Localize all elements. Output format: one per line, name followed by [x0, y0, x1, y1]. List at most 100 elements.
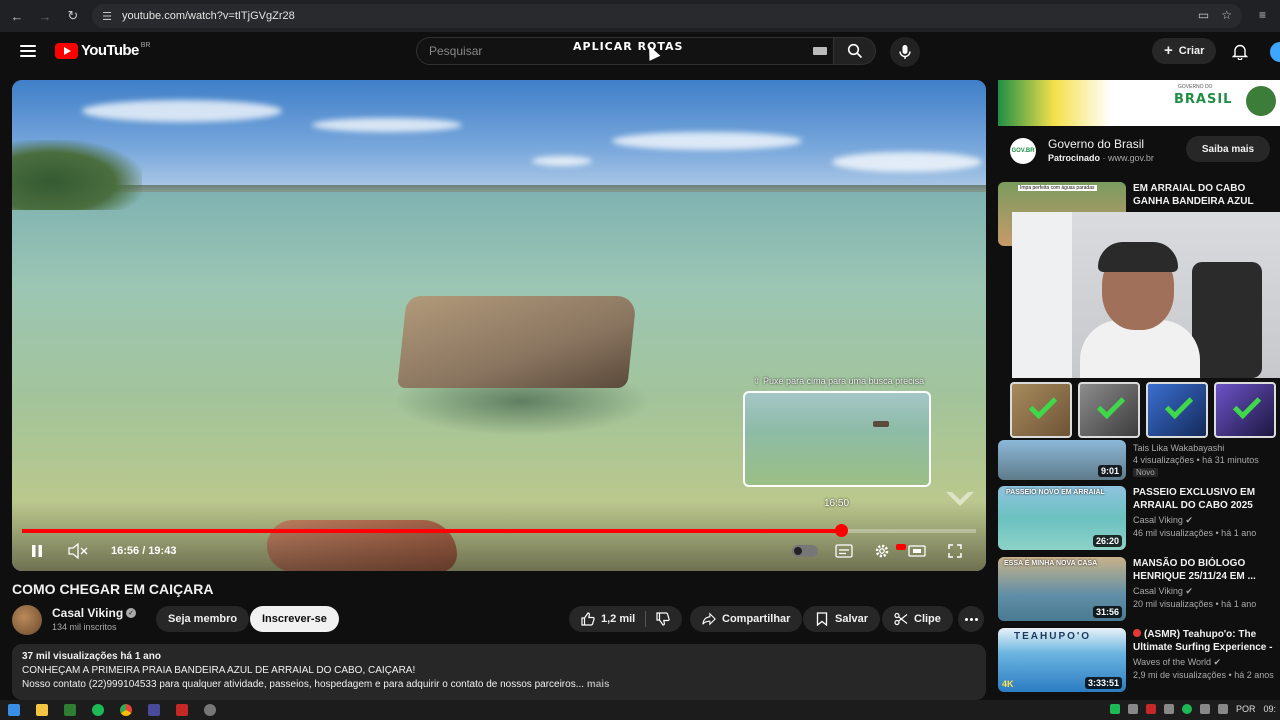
windows-start-icon[interactable] — [8, 704, 20, 716]
account-avatar[interactable] — [1270, 42, 1280, 62]
thumbs-up-icon[interactable] — [581, 612, 595, 626]
video-duration: 3:33:51 — [1084, 677, 1122, 689]
webcam-person-cap — [1098, 242, 1178, 272]
join-button[interactable]: Seja membro — [156, 606, 250, 632]
video-channel[interactable]: Casal Viking ✔ — [1133, 515, 1193, 526]
tray-icon[interactable] — [1145, 704, 1156, 714]
video-channel[interactable]: Waves of the World ✔ — [1133, 657, 1221, 668]
progress-scrubber-handle[interactable] — [834, 524, 848, 537]
video-frame-trees — [12, 140, 142, 210]
hd-badge — [896, 544, 906, 550]
notifications-button[interactable] — [1230, 41, 1250, 61]
create-button[interactable]: + Criar — [1152, 38, 1217, 64]
tray-icon[interactable] — [1109, 704, 1120, 714]
plus-icon: + — [1164, 42, 1173, 59]
file-explorer-icon[interactable] — [36, 704, 48, 716]
tray-icon[interactable] — [1127, 704, 1138, 714]
video-frame-cloud — [82, 100, 282, 122]
channel-avatar[interactable] — [12, 605, 42, 635]
description-box[interactable]: 37 mil visualizações há 1 ano CONHEÇAM A… — [12, 644, 986, 700]
video-title[interactable]: (ASMR) Teahupo'o: The Ultimate Surfing E… — [1133, 628, 1280, 654]
clip-button[interactable]: Clipe — [882, 606, 953, 632]
video-thumbnail[interactable]: TEAHUPO'O 4K 3:33:51 — [998, 628, 1126, 692]
search-button[interactable] — [834, 37, 876, 65]
youtube-logo[interactable]: YouTube BR — [55, 42, 150, 59]
search-placeholder: Pesquisar — [429, 44, 483, 58]
recommended-video[interactable]: PASSEIO NOVO EM ARRAIAL 26:20 PASSEIO EX… — [998, 486, 1280, 550]
forward-icon[interactable]: → — [34, 5, 56, 27]
share-button[interactable]: Compartilhar — [690, 606, 803, 632]
language-indicator[interactable]: POR — [1236, 704, 1256, 714]
video-channel-name: Waves of the World — [1133, 657, 1212, 667]
video-thumbnail[interactable]: ESSA É MINHA NOVA CASA 31:56 — [998, 557, 1126, 621]
progress-bar[interactable] — [22, 524, 976, 537]
description-more-link[interactable]: mais — [587, 679, 610, 690]
video-thumbnail[interactable]: 9:01 — [998, 440, 1126, 480]
more-actions-button[interactable] — [958, 606, 984, 632]
video-channel-name: Casal Viking — [1133, 515, 1183, 525]
ad-domain: www.gov.br — [1108, 153, 1154, 163]
browser-toolbar: ← → ↻ ☰ youtube.com/watch?v=tITjGVgZr28 … — [0, 0, 1280, 32]
channel-watermark-icon[interactable] — [944, 490, 976, 508]
address-bar[interactable]: ☰ youtube.com/watch?v=tITjGVgZr28 ▭ ☆ — [92, 4, 1242, 28]
recommended-video[interactable]: TEAHUPO'O 4K 3:33:51 (ASMR) Teahupo'o: T… — [998, 628, 1280, 692]
sticker-tile — [1010, 382, 1072, 438]
settings-button[interactable] — [872, 542, 892, 560]
fullscreen-button[interactable] — [945, 542, 965, 560]
chrome-icon[interactable] — [120, 704, 132, 716]
pause-button[interactable] — [28, 542, 46, 560]
bookmark-star-icon[interactable]: ☆ — [1221, 8, 1232, 22]
cast-icon[interactable]: ▭ — [1198, 8, 1209, 22]
verified-check-icon: ✔ — [1185, 586, 1193, 596]
tray-icon[interactable] — [1163, 704, 1174, 714]
thumbs-down-icon[interactable] — [656, 612, 670, 626]
save-button[interactable]: Salvar — [803, 606, 881, 632]
back-icon[interactable]: ← — [6, 5, 28, 27]
app-icon[interactable] — [64, 704, 76, 716]
app-icon[interactable] — [204, 704, 216, 716]
mute-button[interactable] — [67, 542, 89, 560]
windows-taskbar: POR 09: — [0, 700, 1280, 720]
subtitles-button[interactable] — [834, 542, 854, 560]
recommended-video[interactable]: 9:01 Tais Lika Wakabayashi 4 visualizaçõ… — [998, 440, 1280, 480]
autoplay-toggle[interactable] — [792, 545, 818, 557]
verified-check-icon: ✔ — [1213, 657, 1222, 667]
video-title[interactable]: PASSEIO EXCLUSIVO EM ARRAIAL DO CABO 202… — [1133, 486, 1280, 512]
mic-tray-icon[interactable] — [1199, 704, 1210, 714]
clip-label: Clipe — [914, 613, 941, 625]
recommended-video[interactable]: ESSA É MINHA NOVA CASA 31:56 MANSÃO DO B… — [998, 557, 1280, 621]
video-duration: 26:20 — [1092, 535, 1122, 547]
ad-learn-more-button[interactable]: Saiba mais — [1186, 136, 1270, 162]
like-count[interactable]: 1,2 mil — [601, 613, 635, 625]
video-title[interactable]: EM ARRAIAL DO CABO GANHA BANDEIRA AZUL — [1133, 182, 1280, 208]
spotify-icon[interactable] — [92, 704, 104, 716]
webcam-overlay — [1012, 212, 1280, 378]
video-channel[interactable]: Casal Viking ✔ — [1133, 586, 1193, 597]
tray-icon[interactable] — [1181, 704, 1192, 714]
voice-search-button[interactable] — [890, 37, 920, 67]
url-text[interactable]: youtube.com/watch?v=tITjGVgZr28 — [122, 10, 295, 22]
video-channel[interactable]: Tais Lika Wakabayashi — [1133, 442, 1280, 455]
video-player[interactable]: ⇧ Puxe para cima para uma busca precisa … — [12, 80, 986, 571]
ad-banner-image[interactable]: GOVERNO DO BRASIL — [998, 80, 1280, 126]
video-thumbnail[interactable]: PASSEIO NOVO EM ARRAIAL 26:20 — [998, 486, 1126, 550]
gov-br-logo: GOV.BR — [1010, 138, 1036, 164]
ad-banner-text: BRASIL — [1174, 92, 1233, 107]
channel-name[interactable]: Casal Viking — [52, 606, 123, 620]
reading-list-icon[interactable]: ≡ — [1259, 8, 1266, 22]
video-duration: 31:56 — [1092, 606, 1122, 618]
ad-card[interactable]: GOV.BR Governo do Brasil Patrocinado · w… — [998, 126, 1280, 174]
volume-icon[interactable] — [1217, 704, 1228, 714]
video-title[interactable]: MANSÃO DO BIÓLOGO HENRIQUE 25/11/24 EM .… — [1133, 557, 1280, 583]
theater-mode-button[interactable] — [907, 542, 927, 560]
check-icon — [1232, 390, 1262, 420]
keyboard-icon[interactable] — [813, 47, 827, 55]
site-info-icon[interactable]: ☰ — [100, 9, 114, 23]
menu-icon[interactable] — [20, 45, 36, 57]
clock[interactable]: 09: — [1263, 704, 1276, 714]
subscribe-button[interactable]: Inscrever-se — [250, 606, 339, 632]
app-icon[interactable] — [176, 704, 188, 716]
reload-icon[interactable]: ↻ — [62, 5, 84, 27]
like-dislike-group: 1,2 mil — [569, 606, 683, 632]
app-icon[interactable] — [148, 704, 160, 716]
